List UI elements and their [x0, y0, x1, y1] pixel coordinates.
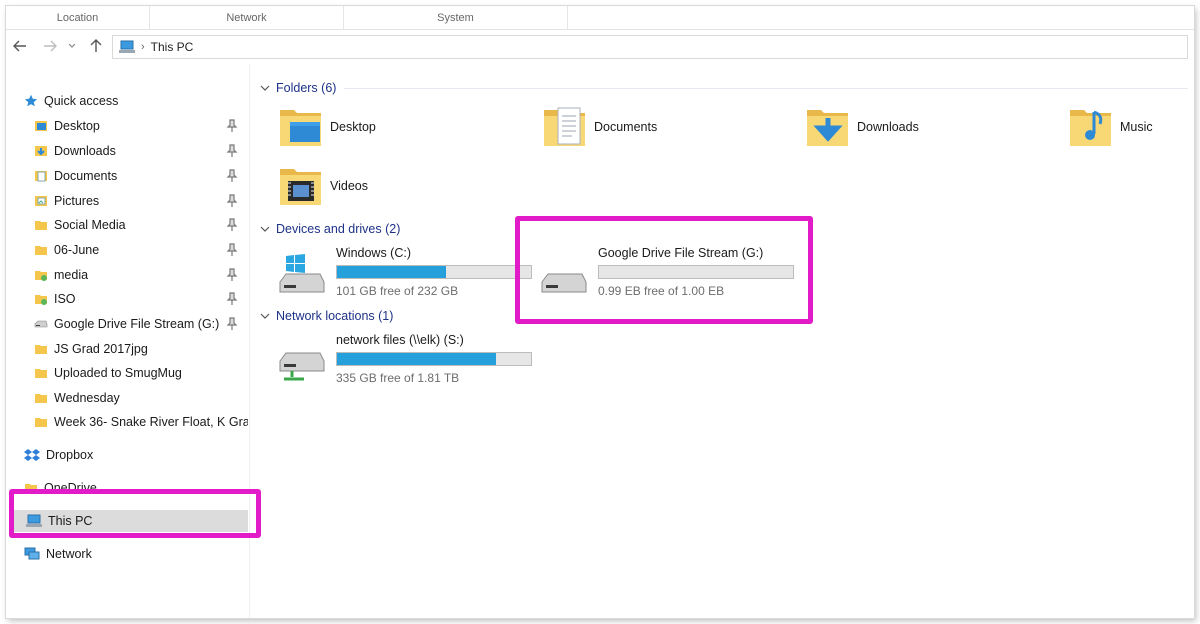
pin-icon[interactable] — [226, 144, 238, 158]
pictures-icon — [34, 194, 48, 208]
pin-icon[interactable] — [226, 317, 238, 331]
pin-icon[interactable] — [226, 268, 238, 282]
sidebar-item-social-media[interactable]: Social Media — [6, 214, 248, 236]
folder-tile-documents[interactable]: Documents — [542, 100, 657, 154]
drive-icon — [34, 317, 48, 331]
ribbon-group-system: System — [344, 6, 568, 30]
pin-icon[interactable] — [226, 194, 238, 208]
network-drive-icon — [279, 352, 325, 381]
breadcrumb-chevron-icon[interactable]: › — [141, 41, 145, 53]
videos-folder-icon — [280, 169, 321, 205]
network-drive-tile-s[interactable]: network files (\\elk) (S:) 335 GB free o… — [278, 331, 538, 391]
folder-icon — [34, 366, 48, 380]
folder-icon — [34, 218, 48, 232]
network-group-header[interactable]: Network locations (1) — [260, 306, 393, 326]
desktop-icon — [34, 119, 48, 133]
star-icon — [24, 94, 38, 107]
devices-group-header[interactable]: Devices and drives (2) — [260, 219, 400, 239]
address-bar[interactable]: › This PC — [112, 35, 1188, 59]
folder-icon — [34, 342, 48, 356]
ribbon-group-network: Network — [150, 6, 344, 30]
sidebar-item-desktop[interactable]: Desktop — [6, 115, 248, 137]
folder-icon — [34, 391, 48, 405]
sidebar-item-js-grad[interactable]: JS Grad 2017jpg — [6, 338, 248, 360]
network-icon — [24, 547, 40, 560]
drive-usage-bar — [336, 265, 532, 279]
sidebar-item-quick-access[interactable]: Quick access — [6, 90, 248, 112]
sidebar-item-google-drive[interactable]: Google Drive File Stream (G:) — [6, 313, 248, 335]
downloads-icon — [34, 144, 48, 158]
media-folder-icon — [34, 268, 48, 282]
sidebar-item-documents[interactable]: Documents — [6, 165, 248, 187]
onedrive-folder-icon — [24, 481, 38, 495]
group-divider — [344, 88, 1188, 89]
windows-drive-icon — [279, 254, 325, 293]
drive-usage-bar — [336, 352, 532, 366]
content-pane: Folders (6) Desktop Documents Downloads … — [254, 64, 1194, 618]
drive-usage-fill — [337, 266, 446, 278]
sidebar-item-downloads[interactable]: Downloads — [6, 140, 248, 162]
sidebar-item-week-36[interactable]: Week 36- Snake River Float, K Gradu — [6, 411, 248, 433]
navigation-pane: Quick access Desktop Downloads Documents… — [6, 64, 250, 618]
documents-folder-icon — [544, 107, 585, 146]
pin-icon[interactable] — [226, 169, 238, 183]
recent-locations-chevron-icon[interactable] — [62, 36, 82, 56]
navigation-bar: › This PC — [6, 32, 1194, 60]
pin-icon[interactable] — [226, 218, 238, 232]
pin-icon[interactable] — [226, 243, 238, 257]
sidebar-item-network[interactable]: Network — [6, 543, 248, 565]
drive-usage-bar — [598, 265, 794, 279]
sidebar-item-this-pc[interactable]: This PC — [14, 510, 248, 532]
chevron-down-icon[interactable] — [260, 83, 270, 93]
sidebar-item-onedrive[interactable]: OneDrive — [6, 477, 248, 499]
pin-icon[interactable] — [226, 119, 238, 133]
desktop-folder-icon — [280, 110, 321, 146]
folder-icon — [34, 243, 48, 257]
downloads-folder-icon — [807, 110, 848, 146]
sidebar-item-wednesday[interactable]: Wednesday — [6, 387, 248, 409]
folder-icon — [34, 415, 48, 429]
folder-tile-music[interactable]: Music — [1068, 100, 1153, 154]
folder-tile-desktop[interactable]: Desktop — [278, 100, 376, 154]
drive-tile-windows-c[interactable]: Windows (C:) 101 GB free of 232 GB — [278, 244, 538, 304]
chevron-down-icon[interactable] — [260, 311, 270, 321]
pin-icon[interactable] — [226, 292, 238, 306]
ribbon: Location Network System — [6, 6, 1194, 30]
folder-tile-downloads[interactable]: Downloads — [805, 100, 919, 154]
documents-icon — [34, 169, 48, 183]
ribbon-group-location: Location — [6, 6, 150, 30]
file-explorer-window: Location Network System › This PC Quick … — [6, 6, 1194, 618]
sidebar-item-iso[interactable]: ISO — [6, 288, 248, 310]
drive-tile-google-drive-g[interactable]: Google Drive File Stream (G:) 0.99 EB fr… — [540, 244, 800, 304]
folder-tile-videos[interactable]: Videos — [278, 159, 368, 213]
iso-folder-icon — [34, 292, 48, 306]
drive-icon — [541, 273, 587, 293]
sidebar-item-media[interactable]: media — [6, 264, 248, 286]
chevron-down-icon[interactable] — [260, 224, 270, 234]
drive-usage-fill — [337, 353, 497, 365]
sidebar-item-dropbox[interactable]: Dropbox — [6, 444, 248, 466]
sidebar-item-pictures[interactable]: Pictures — [6, 190, 248, 212]
back-arrow-icon[interactable] — [10, 36, 30, 56]
sidebar-item-uploaded-smugmug[interactable]: Uploaded to SmugMug — [6, 362, 248, 384]
forward-arrow-icon[interactable] — [40, 36, 60, 56]
music-folder-icon — [1070, 110, 1111, 146]
this-pc-icon — [26, 514, 42, 527]
dropbox-icon — [24, 449, 40, 461]
folders-group-header[interactable]: Folders (6) — [260, 78, 336, 98]
sidebar-item-06-june[interactable]: 06-June — [6, 239, 248, 261]
up-arrow-icon[interactable] — [86, 36, 106, 56]
breadcrumb-this-pc[interactable]: This PC — [151, 40, 194, 54]
this-pc-icon — [119, 40, 135, 53]
